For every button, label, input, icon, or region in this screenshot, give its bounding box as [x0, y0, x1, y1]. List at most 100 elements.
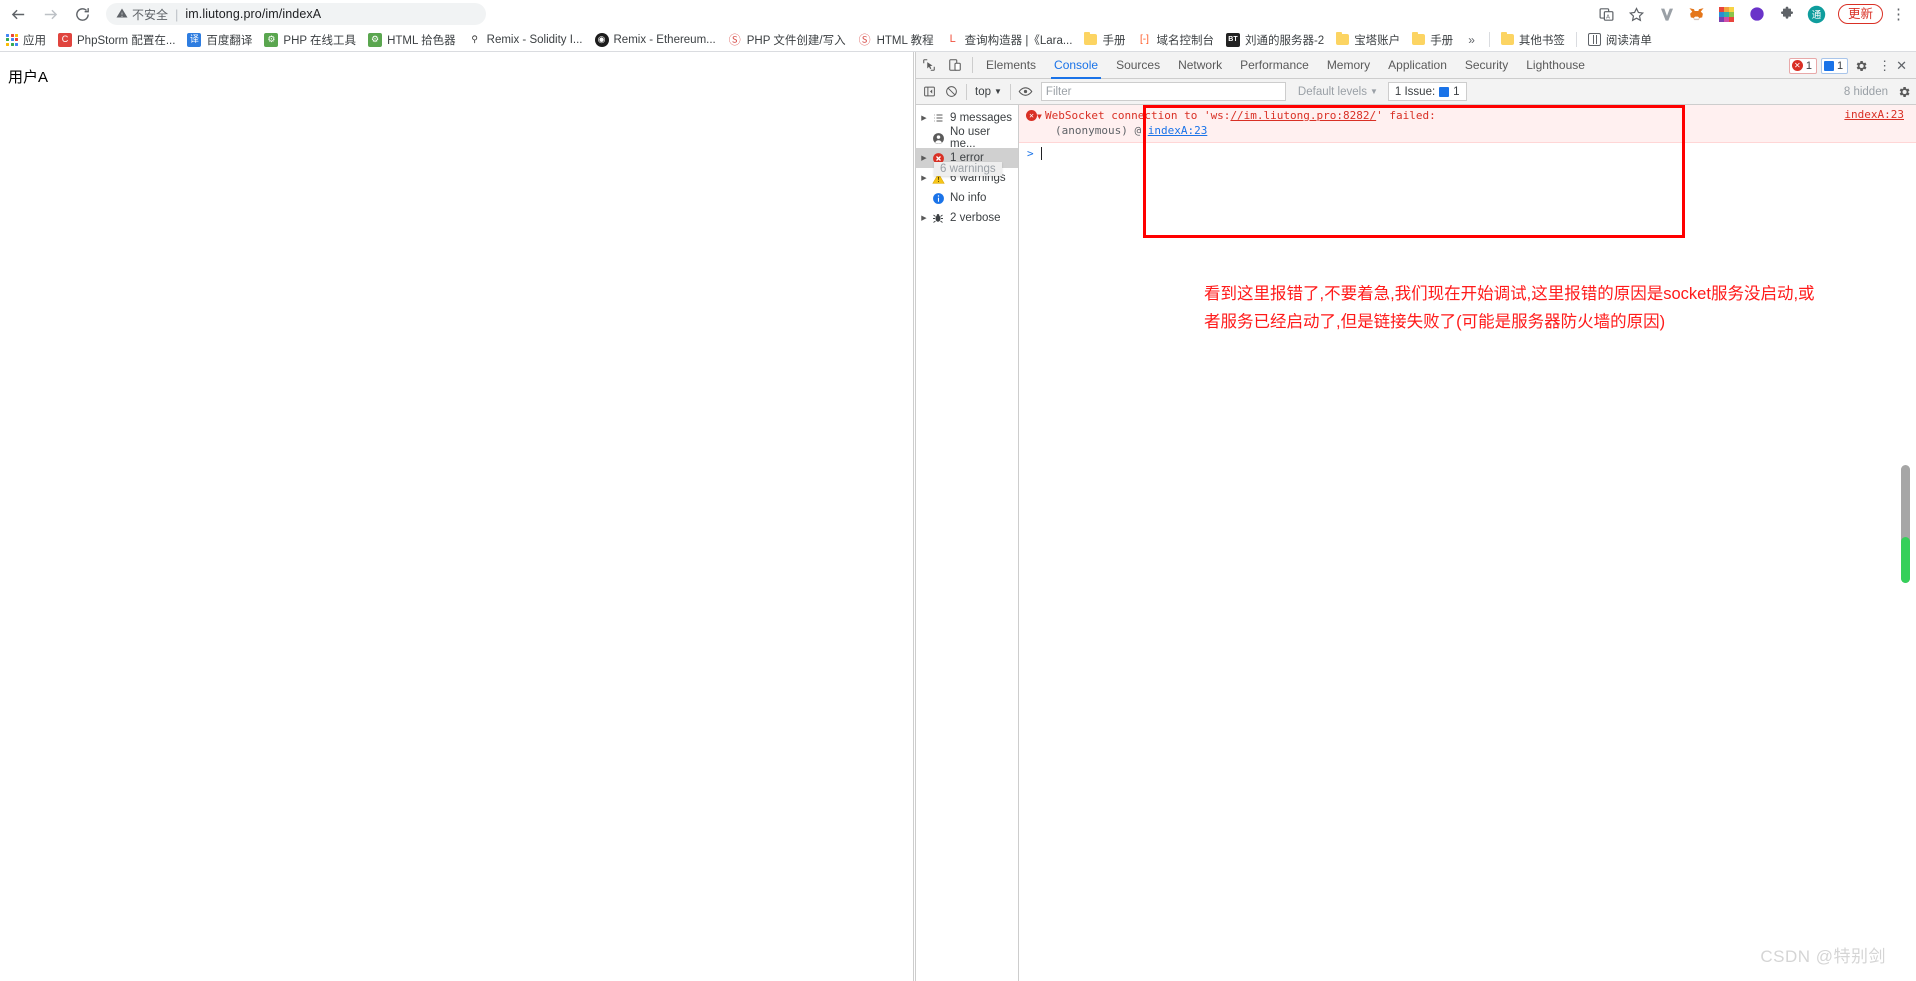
- sidebar-item-verbose[interactable]: ▶ 2 verbose: [916, 208, 1018, 228]
- bookmark-label: 域名控制台: [1156, 34, 1214, 47]
- chevron-down-icon: ▼: [1369, 87, 1378, 96]
- close-icon[interactable]: ✕: [1895, 58, 1912, 74]
- sidebar-tooltip: 6 warnings: [934, 162, 1002, 176]
- update-button[interactable]: 更新: [1837, 4, 1883, 24]
- folder-icon: [1084, 32, 1098, 45]
- devtools-more-icon[interactable]: ⋮: [1874, 58, 1895, 74]
- sidebar-label: 9 messages: [950, 112, 1013, 124]
- tab-security[interactable]: Security: [1456, 52, 1517, 79]
- not-secure-indicator[interactable]: 不安全: [116, 6, 168, 23]
- live-expression-eye-icon[interactable]: [1015, 81, 1037, 103]
- log-levels-dropdown[interactable]: Default levels ▼: [1298, 86, 1378, 98]
- tab-console[interactable]: Console: [1045, 52, 1107, 79]
- laravel-favicon: L: [945, 32, 960, 47]
- bookmark-item[interactable]: C PhpStorm 配置在...: [52, 29, 181, 51]
- tab-elements[interactable]: Elements: [977, 52, 1045, 79]
- error-count-badge[interactable]: ✕ 1: [1788, 57, 1817, 74]
- bookmark-item[interactable]: ⚙ PHP 在线工具: [258, 29, 362, 51]
- html-colorpicker-favicon: ⚙: [368, 32, 383, 47]
- console-settings-gear-icon[interactable]: [1897, 85, 1911, 99]
- metamask-extension-icon[interactable]: [1684, 1, 1710, 27]
- bookmark-item[interactable]: 译 百度翻译: [181, 29, 258, 51]
- device-toolbar-icon[interactable]: [942, 52, 968, 78]
- bookmark-item[interactable]: ◉ Remix - Ethereum...: [589, 29, 722, 51]
- svg-text:A: A: [1607, 14, 1611, 20]
- console-prompt[interactable]: >: [1019, 143, 1916, 163]
- colorful-extension-icon[interactable]: [1714, 1, 1740, 27]
- console-toolbar-divider: [966, 83, 967, 100]
- execution-context-selector[interactable]: top ▼: [971, 86, 1006, 98]
- text-caret: [1040, 146, 1042, 160]
- puzzle-extensions-icon[interactable]: [1774, 1, 1800, 27]
- sidebar-item-info[interactable]: No info: [916, 188, 1018, 208]
- bookmarks-overflow-button[interactable]: »: [1459, 33, 1484, 47]
- tab-network[interactable]: Network: [1169, 52, 1231, 79]
- bookmark-item[interactable]: 宝塔账户: [1330, 29, 1406, 51]
- php-tools-favicon: ⚙: [264, 32, 279, 47]
- bookmark-label: 百度翻译: [206, 34, 253, 47]
- globe-extension-icon[interactable]: [1744, 1, 1770, 27]
- bookmark-item[interactable]: [-] 域名控制台: [1131, 29, 1220, 51]
- sidebar-label: 2 verbose: [950, 212, 1001, 224]
- back-arrow-icon[interactable]: [4, 0, 32, 28]
- bookmark-item[interactable]: ⚲ Remix - Solidity I...: [462, 29, 589, 51]
- bookmark-item[interactable]: 手册: [1078, 29, 1131, 51]
- messages-list-icon: [930, 112, 946, 124]
- bookmark-label: PHP 文件创建/写入: [746, 34, 846, 47]
- runoob-favicon: Ⓢ: [857, 32, 872, 47]
- bookmark-label: 手册: [1102, 34, 1126, 47]
- gear-icon[interactable]: [1848, 53, 1874, 79]
- message-source-link[interactable]: indexA:23: [1844, 108, 1904, 121]
- error-url-link[interactable]: //im.liutong.pro:8282/: [1230, 109, 1376, 122]
- reading-list-button[interactable]: 阅读清单: [1582, 29, 1658, 51]
- translate-account-icon[interactable]: 通: [1804, 1, 1830, 27]
- bookmark-item[interactable]: 手册: [1406, 29, 1459, 51]
- console-error-line-1: ✕ ▼ WebSocket connection to 'ws://im.liu…: [1019, 108, 1916, 123]
- chevron-right-icon[interactable]: ▶: [918, 114, 930, 122]
- issues-label: 1 Issue:: [1394, 85, 1436, 98]
- issue-square-icon: [1439, 86, 1450, 97]
- sidebar-item-messages[interactable]: ▶ 9 messages: [916, 108, 1018, 128]
- filter-input[interactable]: Filter: [1040, 82, 1286, 101]
- chevron-right-icon[interactable]: ▶: [918, 214, 930, 222]
- inspect-element-icon[interactable]: [916, 52, 942, 78]
- scrollbar-track[interactable]: [1901, 465, 1910, 583]
- tab-lighthouse[interactable]: Lighthouse: [1517, 52, 1594, 79]
- message-count-badge[interactable]: 1: [1820, 57, 1849, 74]
- chevron-down-icon: ▼: [994, 87, 1002, 96]
- bookmark-item[interactable]: ⚙ HTML 拾色器: [362, 29, 462, 51]
- bookmark-item[interactable]: Ⓢ PHP 文件创建/写入: [722, 29, 852, 51]
- folder-icon: [1336, 32, 1350, 45]
- source-location-link[interactable]: indexA:23: [1148, 124, 1208, 137]
- tab-sources[interactable]: Sources: [1107, 52, 1169, 79]
- omnibox[interactable]: 不安全 | im.liutong.pro/im/indexA: [106, 3, 486, 25]
- bookmark-item[interactable]: L 查询构造器 |《Lara...: [940, 29, 1079, 51]
- issues-button[interactable]: 1 Issue: 1: [1387, 82, 1467, 101]
- error-circle-icon: ✕: [1026, 110, 1037, 121]
- console-sidebar: ▶ 9 messages No user me... ▶ 1 error ▶ 6…: [916, 105, 1019, 981]
- tab-application[interactable]: Application: [1379, 52, 1456, 79]
- bookmark-apps[interactable]: 应用: [0, 29, 52, 51]
- tab-performance[interactable]: Performance: [1231, 52, 1318, 79]
- share-screencast-icon[interactable]: A: [1594, 1, 1620, 27]
- vimium-extension-icon[interactable]: [1654, 1, 1680, 27]
- bookmark-item[interactable]: BT 刘通的服务器-2: [1220, 29, 1330, 51]
- scrollbar-thumb[interactable]: [1901, 537, 1910, 583]
- chevron-right-icon[interactable]: ▶: [918, 154, 930, 162]
- bookmark-item[interactable]: Ⓢ HTML 教程: [852, 29, 940, 51]
- sidebar-item-user-messages[interactable]: No user me...: [916, 126, 1018, 150]
- hidden-messages-count: 8 hidden: [1843, 85, 1888, 98]
- console-error-message[interactable]: ✕ ▼ WebSocket connection to 'ws://im.liu…: [1019, 105, 1916, 143]
- chevron-right-icon[interactable]: ▶: [918, 174, 930, 182]
- forward-arrow-icon[interactable]: [36, 0, 64, 28]
- console-sidebar-toggle-icon[interactable]: [918, 81, 940, 103]
- expand-triangle-icon[interactable]: ▼: [1037, 109, 1042, 124]
- clear-console-icon[interactable]: [940, 81, 962, 103]
- reload-icon[interactable]: [68, 0, 96, 28]
- annotation-line-2: 者服务已经启动了,但是链接失败了(可能是服务器防火墙的原因): [1204, 313, 1666, 331]
- bookmark-other-bookmarks[interactable]: 其他书签: [1495, 29, 1571, 51]
- kebab-menu-icon[interactable]: ⋮: [1885, 5, 1912, 23]
- bookmark-label: HTML 教程: [876, 34, 934, 47]
- star-icon[interactable]: [1624, 1, 1650, 27]
- tab-memory[interactable]: Memory: [1318, 52, 1379, 79]
